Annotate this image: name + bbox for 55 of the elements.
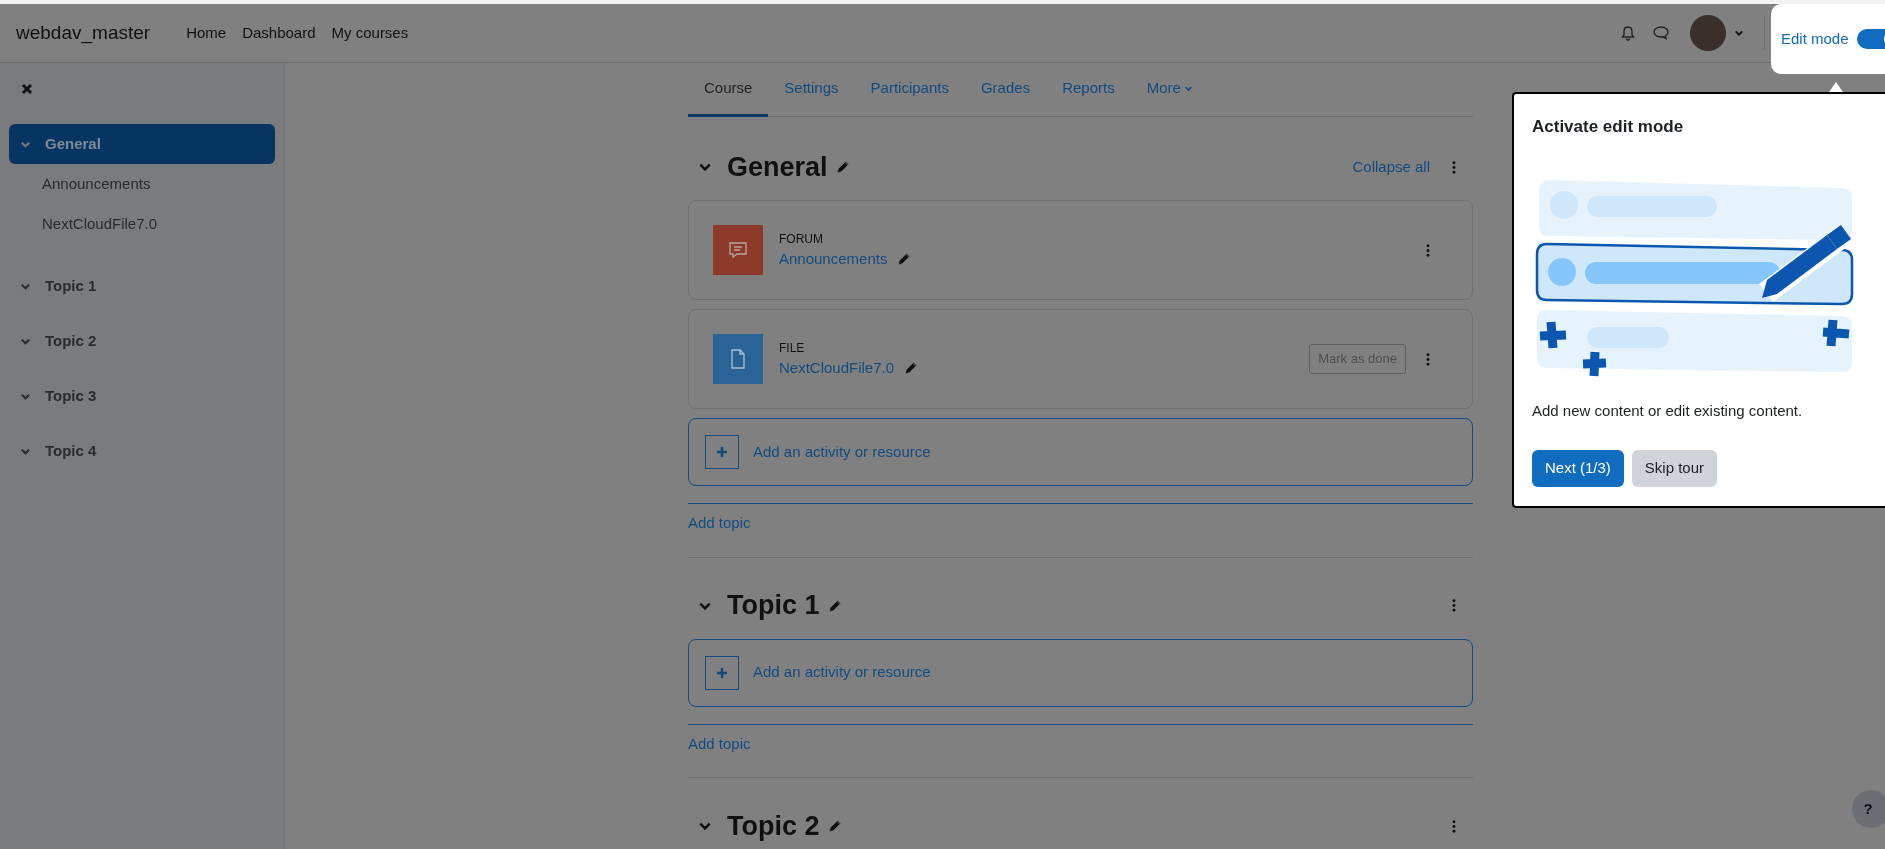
pencil-icon — [827, 819, 842, 833]
collapse-all-link[interactable]: Collapse all — [1352, 155, 1430, 179]
nav-tab[interactable]: Settings — [768, 63, 855, 117]
sidebar-section-item[interactable]: General — [9, 124, 275, 164]
sidebar-activity-link[interactable]: NextCloudFile7.0 — [9, 204, 275, 244]
nav-tab[interactable]: More — [1130, 63, 1209, 117]
activity-type: FILE — [779, 339, 806, 357]
more-options-icon — [1426, 243, 1430, 257]
sidebar-section-item[interactable]: Topic 1 — [9, 266, 275, 306]
more-options-icon — [1452, 599, 1456, 612]
pencil-icon — [904, 361, 919, 375]
help-button[interactable]: ? — [1852, 790, 1885, 828]
nav-tab[interactable]: Participants — [854, 63, 965, 117]
pencil-icon — [835, 160, 850, 174]
sidebar-section-item[interactable]: Topic 3 — [9, 376, 275, 416]
add-topic-link[interactable]: Add topic — [688, 732, 751, 755]
caret-icon — [1183, 84, 1193, 93]
tour-description: Add new content or edit existing content. — [1532, 400, 1804, 421]
nav-tab[interactable]: Reports — [1046, 63, 1131, 117]
plus-icon — [705, 435, 739, 469]
more-options-icon — [1452, 160, 1456, 174]
section-title: Topic 1 — [727, 589, 820, 623]
activity-type: FORUM — [779, 230, 824, 248]
pencil-icon — [827, 598, 842, 613]
nav-tab[interactable]: Course — [688, 63, 769, 117]
nav-link[interactable]: Home — [186, 21, 227, 45]
nav-link[interactable]: My courses — [331, 21, 409, 45]
notification-bell-icon — [1620, 25, 1636, 41]
more-options-icon — [1426, 352, 1430, 366]
section-title: General — [727, 150, 828, 184]
close-icon — [21, 83, 33, 95]
nav-tab[interactable]: Grades — [964, 63, 1047, 117]
forum-icon — [713, 225, 763, 275]
sidebar-activity-link[interactable]: Announcements — [9, 164, 275, 204]
pencil-icon — [897, 252, 912, 266]
plus-icon — [705, 655, 739, 690]
nav-link[interactable]: Dashboard — [242, 21, 316, 45]
add-topic-link[interactable]: Add topic — [688, 512, 751, 535]
caret-icon — [1734, 28, 1744, 38]
add-activity-button[interactable]: Add an activity or resource — [688, 638, 1473, 707]
tour-title: Activate edit mode — [1532, 116, 1685, 138]
chat-bubble-icon — [1652, 25, 1670, 41]
add-activity-button[interactable]: Add an activity or resource — [688, 418, 1473, 486]
site-name[interactable]: webdav_master — [16, 18, 151, 48]
activity-link[interactable]: Announcements — [779, 247, 888, 271]
user-avatar[interactable] — [1690, 15, 1726, 51]
sidebar-section-item[interactable]: Topic 4 — [9, 431, 275, 471]
section-title: Topic 2 — [727, 809, 820, 843]
edit-mode-label: Edit mode — [1781, 28, 1849, 49]
next-button[interactable]: Next (1/3) — [1532, 450, 1624, 487]
activity-link[interactable]: NextCloudFile7.0 — [779, 356, 895, 380]
sidebar-section-item[interactable]: Topic 2 — [9, 321, 275, 361]
skip-tour-button[interactable]: Skip tour — [1631, 450, 1718, 487]
file-icon — [713, 334, 763, 384]
more-options-icon — [1452, 819, 1456, 833]
